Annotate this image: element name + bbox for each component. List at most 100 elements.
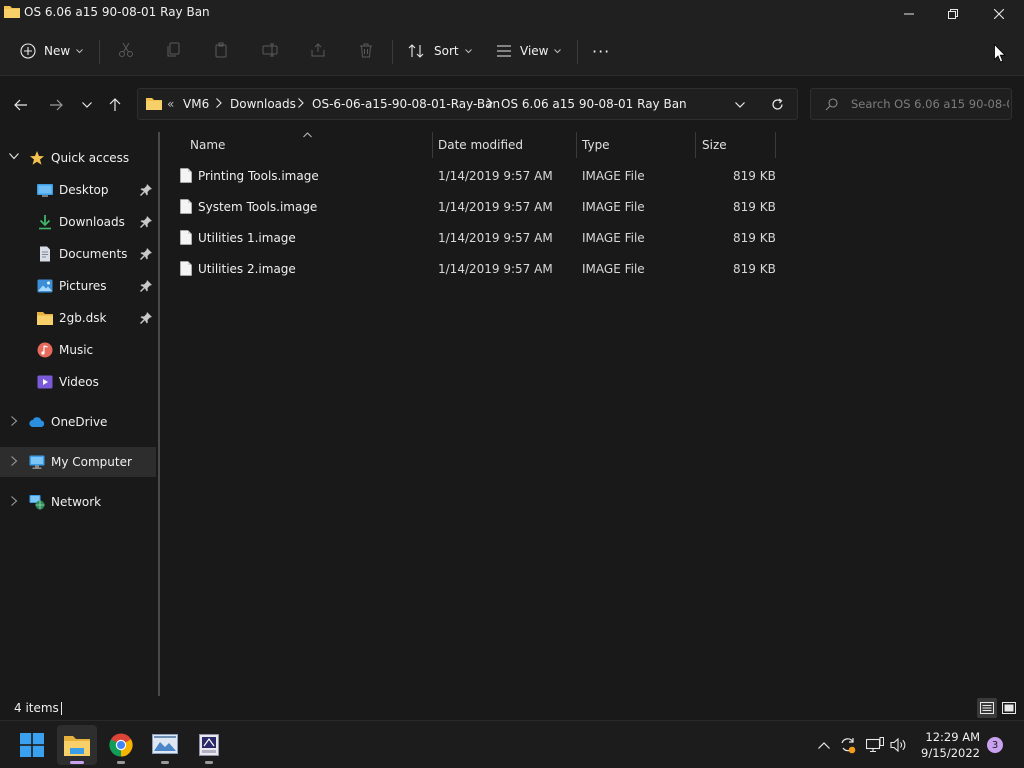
new-label: New — [44, 44, 71, 58]
refresh-icon[interactable] — [771, 98, 784, 111]
share-icon — [311, 43, 325, 57]
close-button[interactable] — [976, 0, 1022, 28]
sidebar-item-network[interactable]: Network — [0, 487, 156, 517]
clock-time: 12:29 AM — [925, 730, 980, 744]
breadcrumb-vm6[interactable]: VM6 — [183, 97, 209, 111]
chevron-down-icon — [76, 48, 84, 53]
arrow-up-icon — [109, 98, 121, 111]
paste-button[interactable] — [213, 41, 231, 59]
breadcrumb-current-folder[interactable]: OS 6.06 a15 90-08-01 Ray Ban — [501, 97, 687, 111]
pin-icon — [140, 280, 152, 292]
recent-locations-button[interactable] — [76, 94, 98, 116]
breadcrumb-parent-folder[interactable]: OS-6-06-a15-90-08-01-Ray-Ban — [312, 97, 500, 111]
plus-circle-icon — [20, 43, 36, 59]
column-header-size[interactable]: Size — [702, 138, 727, 152]
sidebar-item-quick-access[interactable]: Quick access — [0, 143, 156, 173]
cut-button[interactable] — [117, 41, 135, 59]
sidebar-item-label: Documents — [59, 247, 128, 261]
table-row[interactable]: Utilities 2.image 1/14/2019 9:57 AM IMAG… — [174, 255, 776, 283]
taskbar-app-file-explorer[interactable] — [57, 725, 97, 765]
minimize-button[interactable] — [886, 0, 932, 28]
breadcrumb-overflow[interactable]: « — [167, 97, 174, 111]
breadcrumb-downloads[interactable]: Downloads — [230, 97, 296, 111]
sidebar-item-onedrive[interactable]: OneDrive — [0, 407, 156, 437]
sidebar-item-music[interactable]: Music — [0, 335, 156, 365]
taskbar-app-chrome[interactable] — [101, 725, 141, 765]
taskbar-app-emulator[interactable] — [189, 725, 229, 765]
download-icon — [39, 215, 51, 230]
restore-button[interactable] — [930, 0, 976, 28]
sidebar-item-label: Desktop — [59, 183, 109, 197]
trash-icon — [360, 43, 372, 58]
sidebar-item-2gb-dsk[interactable]: 2gb.dsk — [0, 303, 156, 333]
up-button[interactable] — [104, 94, 126, 116]
scissors-icon — [119, 42, 133, 57]
cloud-icon — [29, 417, 45, 428]
chevron-right-icon[interactable] — [11, 456, 18, 466]
address-bar[interactable]: « VM6 Downloads OS-6-06-a15-90-08-01-Ray… — [137, 88, 798, 120]
delete-button[interactable] — [357, 41, 375, 59]
sidebar-item-documents[interactable]: Documents — [0, 239, 156, 269]
chevron-down-icon — [554, 48, 562, 53]
file-icon — [180, 168, 192, 183]
forward-button[interactable] — [45, 94, 67, 116]
chevron-right-icon[interactable] — [11, 416, 18, 426]
taskbar-clock[interactable]: 12:29 AM 9/15/2022 — [918, 729, 980, 761]
notification-badge[interactable]: 3 — [987, 737, 1003, 753]
photo-viewer-icon — [152, 734, 178, 754]
table-row[interactable]: System Tools.image 1/14/2019 9:57 AM IMA… — [174, 193, 776, 221]
column-header-name[interactable]: Name — [190, 138, 225, 152]
column-divider[interactable] — [576, 132, 577, 158]
sidebar-item-pictures[interactable]: Pictures — [0, 271, 156, 301]
tray-volume-button[interactable] — [889, 735, 909, 755]
sort-ascending-icon — [303, 132, 312, 138]
sidebar-item-my-computer[interactable]: My Computer — [0, 447, 156, 477]
title-bar: OS 6.06 a15 90-08-01 Ray Ban — [0, 0, 1024, 28]
view-button[interactable]: View — [496, 36, 562, 66]
chevron-right-icon — [298, 98, 304, 108]
sidebar-item-downloads[interactable]: Downloads — [0, 207, 156, 237]
file-size: 819 KB — [733, 262, 776, 276]
details-view-button[interactable] — [977, 698, 997, 718]
search-box[interactable]: Search OS 6.06 a15 90-08-01 ... — [810, 88, 1012, 120]
file-date: 1/14/2019 9:57 AM — [438, 262, 553, 276]
chrome-icon — [109, 733, 133, 757]
sidebar-item-desktop[interactable]: Desktop — [0, 175, 156, 205]
file-list: Name Date modified Type Size Printing To… — [160, 132, 1024, 696]
file-type: IMAGE File — [582, 200, 645, 214]
column-divider[interactable] — [432, 132, 433, 158]
new-button[interactable]: New — [20, 36, 84, 66]
taskbar-app-photo-viewer[interactable] — [145, 725, 185, 765]
tray-network-button[interactable] — [865, 735, 885, 755]
start-button[interactable] — [12, 725, 52, 765]
back-button[interactable] — [10, 94, 32, 116]
chevron-right-icon — [216, 98, 222, 108]
large-icons-view-button[interactable] — [999, 698, 1019, 718]
file-name: Utilities 2.image — [198, 262, 296, 276]
sidebar-item-videos[interactable]: Videos — [0, 367, 156, 397]
file-icon — [180, 261, 192, 276]
column-divider[interactable] — [775, 132, 776, 158]
sidebar-item-label: OneDrive — [51, 415, 108, 429]
chevron-right-icon[interactable] — [11, 496, 18, 506]
share-button[interactable] — [309, 41, 327, 59]
column-header-type[interactable]: Type — [582, 138, 610, 152]
folder-icon — [146, 98, 162, 110]
more-options-button[interactable]: ··· — [592, 36, 610, 66]
rename-button[interactable] — [261, 41, 279, 59]
address-history-chevron-icon[interactable] — [735, 102, 745, 108]
chevron-right-icon — [487, 98, 493, 108]
sidebar-item-label: Downloads — [59, 215, 125, 229]
copy-button[interactable] — [165, 41, 183, 59]
network-status-icon — [866, 737, 884, 753]
running-indicator — [70, 761, 84, 764]
table-row[interactable]: Printing Tools.image 1/14/2019 9:57 AM I… — [174, 162, 776, 190]
column-header-date-modified[interactable]: Date modified — [438, 138, 523, 152]
column-divider[interactable] — [695, 132, 696, 158]
show-hidden-icons-button[interactable] — [814, 735, 834, 755]
chevron-down-icon[interactable] — [9, 153, 19, 160]
tray-sync-button[interactable] — [838, 735, 858, 755]
table-row[interactable]: Utilities 1.image 1/14/2019 9:57 AM IMAG… — [174, 224, 776, 252]
search-input[interactable]: Search OS 6.06 a15 90-08-01 ... — [851, 97, 1009, 111]
sort-button[interactable]: Sort — [408, 36, 472, 66]
